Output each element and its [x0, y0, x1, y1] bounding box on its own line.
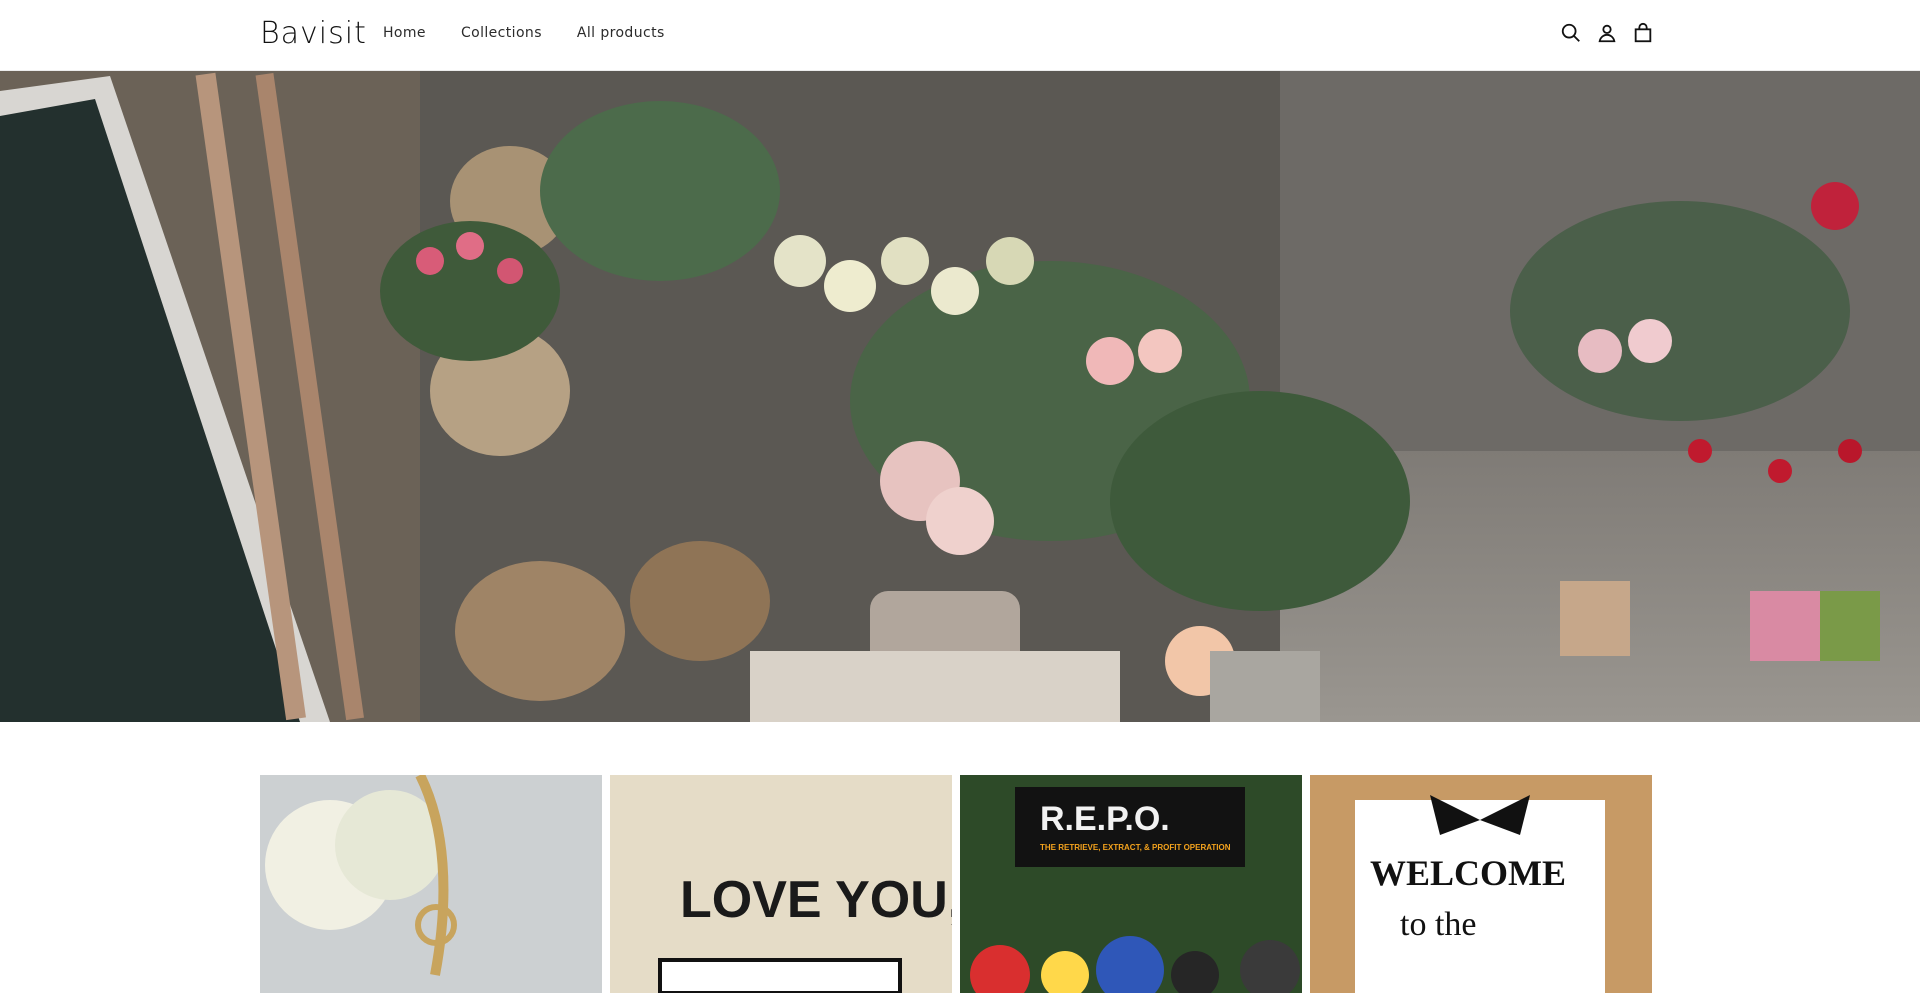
product-image: WELCOME to the — [1310, 775, 1652, 993]
welcome-sign-text-2: to the — [1400, 906, 1476, 943]
game-logo-text: R.E.P.O. — [1040, 800, 1170, 838]
product-image — [260, 775, 602, 993]
welcome-sign-text: WELCOME — [1370, 853, 1566, 893]
nav-collections[interactable]: Collections — [461, 25, 542, 41]
header-icons — [1560, 22, 1654, 46]
product-card[interactable]: WELCOME to the — [1310, 775, 1652, 993]
product-image: LOVE YOU, BYE — [610, 775, 952, 993]
search-icon[interactable] — [1560, 22, 1582, 46]
nav-home[interactable]: Home — [383, 25, 426, 41]
game-subtitle-text: THE RETRIEVE, EXTRACT, & PROFIT OPERATIO… — [1040, 843, 1231, 852]
cart-icon[interactable] — [1632, 22, 1654, 46]
hero-banner — [0, 71, 1920, 722]
sign-text: LOVE YOU, BYE — [680, 871, 952, 929]
site-header: Bavisit Home Collections All products — [0, 0, 1920, 71]
product-image: R.E.P.O. THE RETRIEVE, EXTRACT, & PROFIT… — [960, 775, 1302, 993]
account-icon[interactable] — [1596, 22, 1618, 46]
nav-all-products[interactable]: All products — [577, 25, 665, 41]
store-logo[interactable]: Bavisit — [260, 16, 367, 51]
product-card[interactable]: LOVE YOU, BYE — [610, 775, 952, 993]
main-nav: Home Collections All products — [383, 25, 665, 41]
flower-shop-image — [0, 71, 1920, 722]
product-card[interactable]: R.E.P.O. THE RETRIEVE, EXTRACT, & PROFIT… — [960, 775, 1302, 993]
product-card[interactable] — [260, 775, 602, 993]
